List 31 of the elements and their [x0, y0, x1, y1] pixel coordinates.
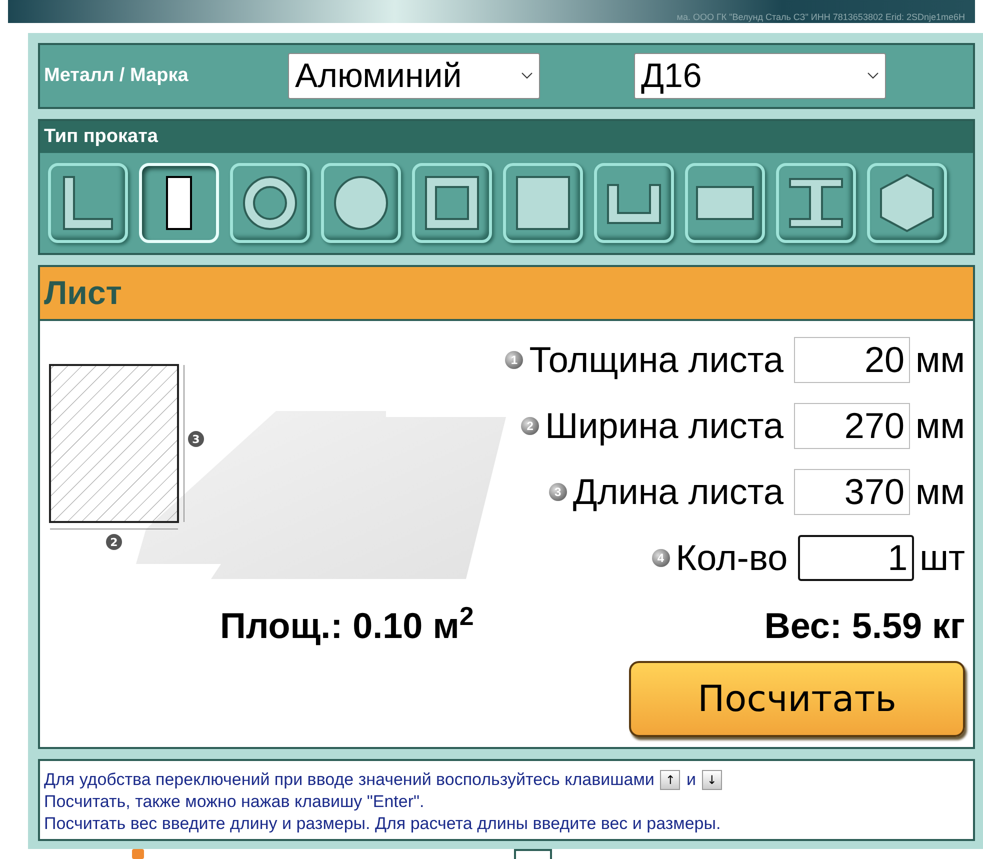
input-field[interactable]: 20 — [794, 337, 910, 383]
unit-label: шт — [920, 537, 965, 579]
calculate-button[interactable]: Посчитать — [629, 661, 965, 737]
unit-label: мм — [916, 471, 965, 513]
up-key-icon: ↑ — [660, 770, 680, 790]
field-label: Толщина листа — [529, 339, 784, 381]
unit-label: мм — [916, 339, 965, 381]
sheet-title: Лист — [44, 274, 122, 312]
input-field[interactable]: 1 — [798, 535, 914, 581]
weight-result: Вес: 5.59 кг — [764, 605, 965, 647]
number-badge: 3 — [548, 483, 567, 501]
metal-select[interactable]: Алюминий — [288, 53, 540, 99]
field-label: Длина листа — [572, 471, 784, 513]
number-badge: 2 — [521, 417, 540, 435]
down-key-icon: ↓ — [702, 770, 722, 790]
input-field[interactable]: 270 — [794, 403, 910, 449]
hint-text: Посчитать вес введите длину и размеры. Для расчета длины введите вес и размеры. — [44, 813, 722, 835]
unit-label: мм — [916, 405, 965, 447]
hint-text: Для удобства переключений при вводе значений воспользуйтесь клавишами — [44, 769, 654, 791]
input-field[interactable]: 370 — [794, 469, 910, 515]
banner-text: ма. ООО ГК "Велунд Сталь СЗ" ИНН 7813653802 Erid: 2SDnje1me6H — [676, 12, 965, 22]
profile-title: Тип проката — [44, 126, 158, 148]
field-label: Ширина листа — [545, 405, 784, 447]
hint-text: и — [686, 769, 696, 791]
hint-text: Посчитать, также можно нажав клавишу "Enter". — [44, 791, 426, 813]
grade-select[interactable]: Д16 — [634, 53, 886, 99]
number-badge: 4 — [652, 549, 670, 567]
area-result: Площ.: 0.10 м$^{2}$ — [220, 601, 474, 647]
metal-label: Металл / Марка — [44, 65, 190, 87]
number-badge: 1 — [505, 351, 524, 369]
field-label: Кол-во — [676, 537, 788, 579]
